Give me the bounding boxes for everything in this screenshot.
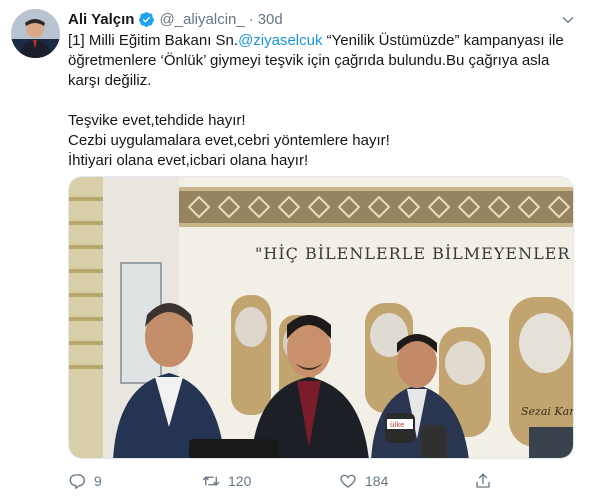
text-segment: [1] Milli Eğitim Bakanı Sn. [68, 32, 239, 49]
reply-icon [69, 474, 85, 490]
reply-button[interactable]: 9 [68, 472, 102, 490]
retweet-button[interactable]: 120 [202, 472, 251, 490]
photo-image: "HİÇ BİLENLERLE BİLMEYENLER BİR Ο Sezai … [69, 177, 574, 458]
avatar-image [11, 9, 60, 58]
share-button[interactable] [474, 472, 500, 490]
tweet-timestamp[interactable]: 30d [258, 11, 283, 28]
like-button[interactable]: 184 [339, 472, 388, 490]
separator-dot: · [248, 10, 254, 28]
photo-mic-text: ülke [390, 421, 405, 429]
tweet-text: [1] Milli Eğitim Bakanı Sn.@ziyaselcuk “… [68, 31, 573, 171]
retweet-icon [202, 476, 220, 486]
tweet-paragraph-1: [1] Milli Eğitim Bakanı Sn.@ziyaselcuk “… [68, 31, 573, 91]
tweet-line-3: İhtiyari olana evet,icbari olana hayır! [68, 152, 309, 169]
author-name[interactable]: Ali Yalçın [68, 11, 134, 28]
photo-sign-text: Sezai Karakoç [521, 405, 574, 418]
like-count: 184 [365, 473, 389, 489]
tweet-card[interactable]: Ali Yalçın @_aliyalcin_ · 30d [1] Milli … [0, 0, 590, 503]
tweet-line-1: Teşvike evet,tehdide hayır! [68, 112, 246, 129]
reply-count: 9 [94, 473, 102, 489]
share-icon [476, 473, 490, 488]
author-handle[interactable]: @_aliyalcin_ [159, 11, 244, 28]
verified-badge-icon [139, 11, 155, 27]
retweet-count: 120 [228, 473, 252, 489]
tweet-header: Ali Yalçın @_aliyalcin_ · 30d [68, 8, 283, 30]
tweet-actions: 9 120 184 [68, 472, 538, 496]
tweet-photo[interactable]: "HİÇ BİLENLERLE BİLMEYENLER BİR Ο Sezai … [68, 176, 574, 459]
tweet-line-2: Cezbi uygulamalara evet,cebri yöntemlere… [68, 132, 390, 149]
chevron-down-icon[interactable] [560, 12, 576, 28]
heart-icon [340, 474, 356, 488]
mention-link[interactable]: @ziyaselcuk [238, 32, 322, 49]
photo-banner-text: "HİÇ BİLENLERLE BİLMEYENLER BİR Ο [255, 243, 574, 263]
avatar[interactable] [11, 9, 60, 58]
